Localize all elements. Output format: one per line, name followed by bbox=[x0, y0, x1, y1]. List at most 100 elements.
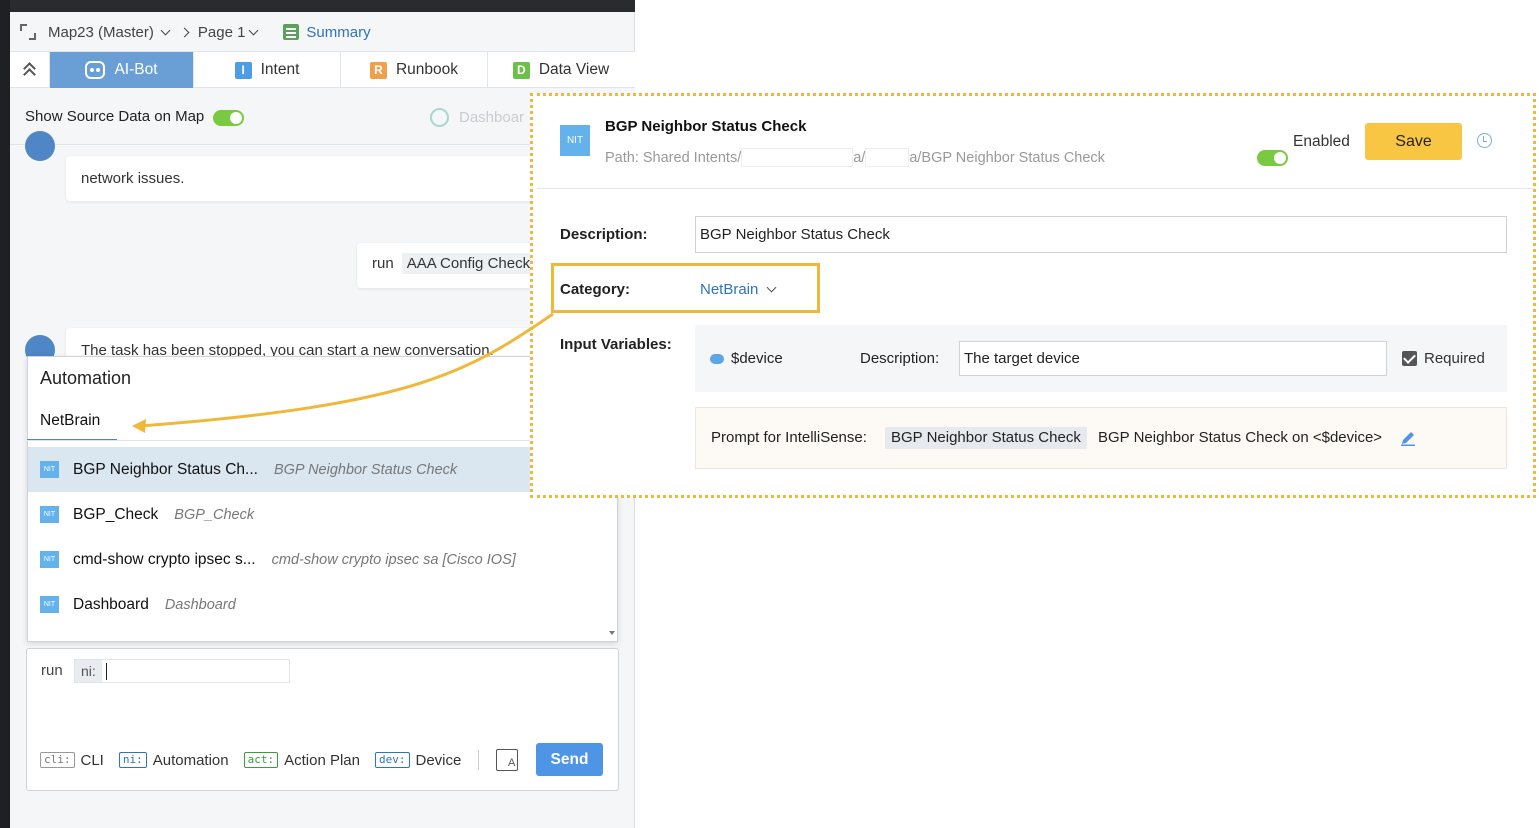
shortcut-action-plan[interactable]: act: Action Plan bbox=[243, 751, 360, 769]
nit-icon: NIT bbox=[40, 596, 59, 613]
breadcrumb: Map23 (Master) Page 1 Summary bbox=[10, 18, 371, 46]
shortcut-label: Automation bbox=[152, 751, 229, 769]
description-label: Description: bbox=[560, 226, 648, 243]
ni-chip: ni: bbox=[118, 752, 147, 768]
edit-icon[interactable] bbox=[1400, 430, 1416, 446]
automation-item-desc: cmd-show crypto ipsec sa [Cisco IOS] bbox=[271, 551, 516, 568]
chat-message: network issues. bbox=[66, 156, 536, 201]
run-command-chip: AAA Config Check bbox=[401, 253, 536, 274]
tab-runbook[interactable]: R Runbook bbox=[341, 52, 488, 88]
shortcut-cli[interactable]: cli: CLI bbox=[40, 752, 104, 769]
header-divider bbox=[537, 188, 1533, 189]
text-caret bbox=[106, 663, 107, 680]
tab-intent[interactable]: I Intent bbox=[194, 52, 341, 88]
variable-name-text: $device bbox=[731, 350, 783, 367]
bot-avatar bbox=[25, 131, 55, 161]
data-view-icon: D bbox=[512, 61, 530, 79]
shortcut-label: CLI bbox=[80, 751, 104, 769]
category-value: NetBrain bbox=[700, 281, 759, 298]
chevron-down-icon bbox=[766, 282, 777, 293]
history-icon[interactable] bbox=[1477, 133, 1492, 148]
path-segment: a/ bbox=[853, 149, 866, 166]
summary-icon bbox=[283, 24, 300, 40]
automation-item-name: Dashboard bbox=[73, 595, 149, 613]
variable-description-input[interactable]: The target device bbox=[959, 341, 1387, 376]
automation-item-desc: Dashboard bbox=[164, 596, 236, 613]
chevron-down-icon bbox=[248, 25, 259, 35]
tab-data-view-label: Data View bbox=[538, 61, 610, 78]
nit-icon: NIT bbox=[560, 125, 590, 156]
category-select[interactable]: NetBrain bbox=[700, 281, 783, 298]
enabled-label: Enabled bbox=[1293, 133, 1350, 150]
device-icon bbox=[710, 353, 724, 364]
scroll-down-icon bbox=[609, 631, 615, 635]
automation-item[interactable]: NIT Dashboard Dashboard bbox=[28, 582, 617, 627]
path-prefix: Path: Shared Intents/ bbox=[605, 149, 742, 166]
double-chevron-up-icon bbox=[23, 61, 36, 81]
user-message: run AAA Config Check bbox=[357, 243, 537, 288]
summary-link[interactable]: Summary bbox=[306, 24, 370, 41]
breadcrumb-page[interactable]: Page 1 bbox=[198, 24, 266, 41]
nit-icon: NIT bbox=[40, 506, 59, 523]
tab-ai-bot[interactable]: AI-Bot bbox=[50, 52, 194, 88]
top-app-bar bbox=[10, 0, 635, 12]
input-variables-label: Input Variables: bbox=[560, 336, 672, 353]
show-source-data-toggle[interactable] bbox=[213, 110, 244, 126]
variable-description-label: Description: bbox=[860, 350, 940, 367]
divider bbox=[478, 750, 480, 770]
collapse-button[interactable] bbox=[10, 52, 50, 88]
shortcut-device[interactable]: dev: Device bbox=[375, 752, 461, 769]
robot-icon bbox=[85, 61, 106, 79]
redacted-segment bbox=[741, 148, 854, 167]
tab-data-view[interactable]: D Data View bbox=[488, 52, 634, 88]
automation-tab-netbrain[interactable]: NetBrain bbox=[27, 408, 117, 441]
expand-icon[interactable] bbox=[20, 24, 36, 40]
shortcut-label: Action Plan bbox=[284, 751, 360, 769]
panel-tabs: AI-Bot I Intent R Runbook D Data View bbox=[10, 51, 635, 88]
tab-intent-label: Intent bbox=[260, 61, 300, 78]
runbook-icon: R bbox=[369, 61, 387, 79]
command-input[interactable]: ni: bbox=[74, 659, 290, 683]
redacted-segment bbox=[865, 148, 910, 167]
automation-scrollbar[interactable] bbox=[609, 497, 615, 635]
breadcrumb-page-label: Page 1 bbox=[197, 23, 246, 41]
prompt-label: Prompt for IntelliSense: bbox=[711, 429, 867, 446]
automation-item[interactable]: NIT BGP_Check BGP_Check bbox=[28, 492, 617, 537]
save-button[interactable]: Save bbox=[1365, 123, 1462, 160]
automation-item-desc: BGP Neighbor Status Check bbox=[273, 461, 458, 478]
ni-chip: ni: bbox=[75, 660, 102, 682]
automation-item-name: cmd-show crypto ipsec s... bbox=[73, 550, 256, 568]
chat-message-text: network issues. bbox=[81, 170, 185, 187]
run-label: run bbox=[41, 662, 63, 679]
path-segment: a/BGP Neighbor Status Check bbox=[909, 149, 1105, 166]
category-label: Category: bbox=[560, 281, 631, 298]
required-label: Required bbox=[1424, 350, 1485, 367]
gauge-icon bbox=[430, 108, 449, 127]
translate-icon[interactable]: A bbox=[496, 749, 519, 771]
dashboard-button[interactable]: Dashboar bbox=[430, 108, 524, 127]
variable-name: $device bbox=[710, 350, 783, 367]
prompt-chip: BGP Neighbor Status Check bbox=[885, 427, 1087, 449]
cli-chip: cli: bbox=[40, 752, 75, 768]
chevron-down-icon bbox=[160, 25, 171, 35]
breadcrumb-map[interactable]: Map23 (Master) bbox=[48, 24, 177, 41]
shortcut-automation[interactable]: ni: Automation bbox=[118, 751, 229, 769]
send-button[interactable]: Send bbox=[536, 743, 603, 776]
intent-path: Path: Shared Intents/ a/ a/BGP Neighbor … bbox=[605, 148, 1105, 167]
automation-item[interactable]: NIT BGP Neighbor Status Ch... BGP Neighb… bbox=[28, 447, 617, 492]
dev-chip: dev: bbox=[375, 752, 410, 768]
chat-message: The task has been stopped, you can start… bbox=[66, 328, 536, 358]
left-edge-strip bbox=[0, 0, 10, 828]
required-checkbox[interactable] bbox=[1402, 351, 1417, 366]
prompt-text: BGP Neighbor Status Check on <$device> bbox=[1098, 429, 1383, 446]
show-source-data-label: Show Source Data on Map bbox=[25, 108, 205, 125]
automation-item[interactable]: NIT cmd-show crypto ipsec s... cmd-show … bbox=[28, 537, 617, 582]
chevron-right-icon bbox=[179, 27, 190, 37]
nit-icon: NIT bbox=[40, 461, 59, 478]
automation-title: Automation bbox=[40, 368, 132, 388]
dashboard-label: Dashboar bbox=[459, 109, 525, 126]
description-input[interactable]: BGP Neighbor Status Check bbox=[695, 216, 1507, 253]
enabled-toggle[interactable] bbox=[1257, 150, 1288, 166]
automation-item-name: BGP_Check bbox=[73, 505, 159, 523]
shortcut-bar: cli: CLI ni: Automation act: Action Plan… bbox=[40, 749, 519, 771]
